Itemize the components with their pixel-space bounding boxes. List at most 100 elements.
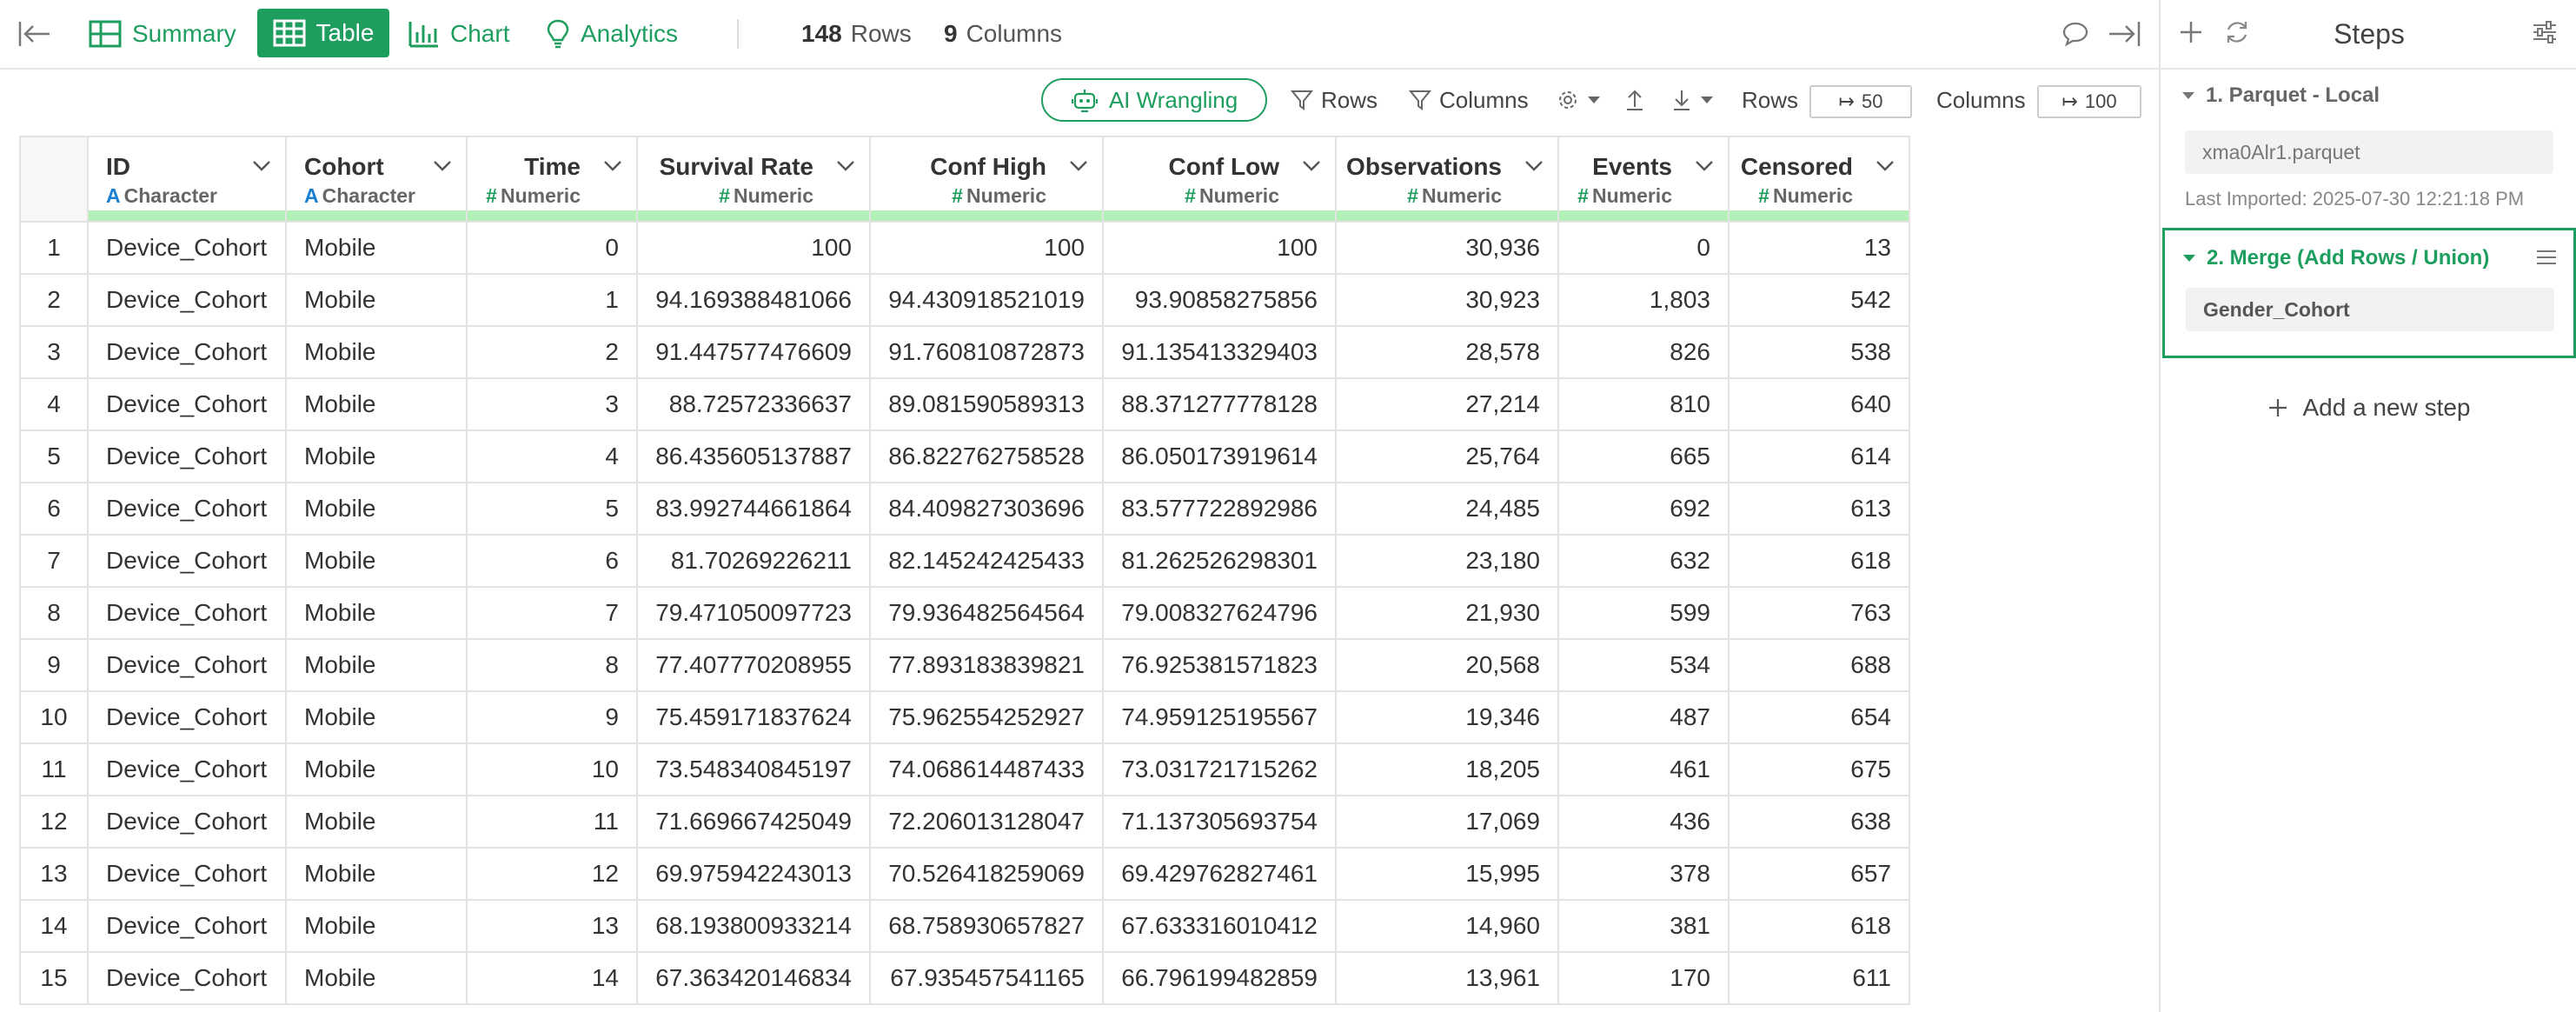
table-cell[interactable]: 86.822762758528 <box>869 429 1104 483</box>
table-cell[interactable]: Mobile <box>285 899 468 953</box>
table-cell[interactable]: 100 <box>1102 221 1337 275</box>
collapse-left-icon[interactable] <box>17 0 63 68</box>
table-cell[interactable]: 74.068614487433 <box>869 742 1104 796</box>
chevron-down-icon[interactable] <box>836 160 855 176</box>
columns-limit-input[interactable]: ↦ 100 <box>2037 85 2141 118</box>
row-number[interactable]: 12 <box>19 795 89 849</box>
chevron-down-icon[interactable] <box>1695 160 1714 176</box>
table-cell[interactable]: 76.925381571823 <box>1102 638 1337 692</box>
table-cell[interactable]: 8 <box>466 638 638 692</box>
table-cell[interactable]: 88.72572336637 <box>636 377 871 431</box>
table-cell[interactable]: 79.471050097723 <box>636 586 871 640</box>
table-cell[interactable]: Device_Cohort <box>87 638 287 692</box>
table-cell[interactable]: 0 <box>466 221 638 275</box>
table-cell[interactable]: 657 <box>1728 847 1910 901</box>
table-cell[interactable]: 23,180 <box>1335 534 1559 588</box>
table-cell[interactable]: 67.935457541165 <box>869 951 1104 1005</box>
table-cell[interactable]: Mobile <box>285 482 468 536</box>
table-cell[interactable]: Device_Cohort <box>87 377 287 431</box>
upload-icon[interactable] <box>1623 78 1653 122</box>
chevron-down-icon[interactable] <box>1524 160 1544 176</box>
chevron-down-icon[interactable] <box>433 160 452 176</box>
table-cell[interactable]: 66.796199482859 <box>1102 951 1337 1005</box>
table-cell[interactable]: 618 <box>1728 534 1910 588</box>
table-cell[interactable]: Mobile <box>285 586 468 640</box>
tab-analytics[interactable]: Analytics <box>546 0 678 68</box>
column-header[interactable]: ID A Character <box>87 136 287 223</box>
add-step-button[interactable]: Add a new step <box>2161 386 2576 429</box>
row-number[interactable]: 10 <box>19 690 89 744</box>
table-cell[interactable]: Mobile <box>285 795 468 849</box>
table-cell[interactable]: 100 <box>636 221 871 275</box>
table-cell[interactable]: 487 <box>1557 690 1730 744</box>
table-cell[interactable]: 91.135413329403 <box>1102 325 1337 379</box>
table-cell[interactable]: 73.031721715262 <box>1102 742 1337 796</box>
row-number[interactable]: 5 <box>19 429 89 483</box>
rows-filter-button[interactable]: Rows <box>1290 78 1378 122</box>
table-cell[interactable]: 13,961 <box>1335 951 1559 1005</box>
table-cell[interactable]: Device_Cohort <box>87 690 287 744</box>
table-cell[interactable]: Mobile <box>285 742 468 796</box>
table-cell[interactable]: 79.936482564564 <box>869 586 1104 640</box>
table-cell[interactable]: 19,346 <box>1335 690 1559 744</box>
table-cell[interactable]: 6 <box>466 534 638 588</box>
table-cell[interactable]: 71.137305693754 <box>1102 795 1337 849</box>
table-cell[interactable]: 84.409827303696 <box>869 482 1104 536</box>
table-cell[interactable]: 70.526418259069 <box>869 847 1104 901</box>
table-cell[interactable]: 692 <box>1557 482 1730 536</box>
table-cell[interactable]: Device_Cohort <box>87 325 287 379</box>
table-cell[interactable]: Mobile <box>285 221 468 275</box>
table-cell[interactable]: 381 <box>1557 899 1730 953</box>
table-cell[interactable]: 538 <box>1728 325 1910 379</box>
column-header[interactable]: Survival Rate # Numeric <box>636 136 871 223</box>
chevron-down-icon[interactable] <box>603 160 622 176</box>
row-number[interactable]: 3 <box>19 325 89 379</box>
table-cell[interactable]: 86.050173919614 <box>1102 429 1337 483</box>
table-cell[interactable]: 654 <box>1728 690 1910 744</box>
chevron-down-icon[interactable] <box>1069 160 1088 176</box>
table-cell[interactable]: 69.975942243013 <box>636 847 871 901</box>
table-cell[interactable]: 632 <box>1557 534 1730 588</box>
table-cell[interactable]: 89.081590589313 <box>869 377 1104 431</box>
table-cell[interactable]: 599 <box>1557 586 1730 640</box>
table-cell[interactable]: Mobile <box>285 534 468 588</box>
table-cell[interactable]: 94.169388481066 <box>636 273 871 327</box>
table-cell[interactable]: 21,930 <box>1335 586 1559 640</box>
table-cell[interactable]: 5 <box>466 482 638 536</box>
table-cell[interactable]: 17,069 <box>1335 795 1559 849</box>
tab-chart[interactable]: Chart <box>408 0 509 68</box>
column-header[interactable]: Time # Numeric <box>466 136 638 223</box>
step-2-card[interactable]: 2. Merge (Add Rows / Union) Gender_Cohor… <box>2162 228 2576 358</box>
table-cell[interactable]: 1,803 <box>1557 273 1730 327</box>
table-cell[interactable]: 0 <box>1557 221 1730 275</box>
table-cell[interactable]: 81.70269226211 <box>636 534 871 588</box>
tab-summary[interactable]: Summary <box>89 0 236 68</box>
table-cell[interactable]: Mobile <box>285 847 468 901</box>
table-cell[interactable]: Device_Cohort <box>87 534 287 588</box>
column-header[interactable]: Conf Low # Numeric <box>1102 136 1337 223</box>
table-cell[interactable]: 82.145242425433 <box>869 534 1104 588</box>
table-cell[interactable]: Mobile <box>285 377 468 431</box>
row-number[interactable]: 11 <box>19 742 89 796</box>
table-cell[interactable]: 72.206013128047 <box>869 795 1104 849</box>
table-cell[interactable]: 10 <box>466 742 638 796</box>
table-cell[interactable]: 93.90858275856 <box>1102 273 1337 327</box>
collapse-right-icon[interactable] <box>2107 0 2152 68</box>
row-number[interactable]: 9 <box>19 638 89 692</box>
row-number[interactable]: 8 <box>19 586 89 640</box>
table-cell[interactable]: Device_Cohort <box>87 951 287 1005</box>
table-cell[interactable]: 665 <box>1557 429 1730 483</box>
ai-wrangling-button[interactable]: AI Wrangling <box>1041 78 1267 122</box>
table-cell[interactable]: 810 <box>1557 377 1730 431</box>
table-cell[interactable]: 20,568 <box>1335 638 1559 692</box>
table-cell[interactable]: Device_Cohort <box>87 482 287 536</box>
column-header[interactable]: Cohort A Character <box>285 136 468 223</box>
table-cell[interactable]: 24,485 <box>1335 482 1559 536</box>
table-cell[interactable]: 75.962554252927 <box>869 690 1104 744</box>
table-cell[interactable]: 763 <box>1728 586 1910 640</box>
table-cell[interactable]: Mobile <box>285 429 468 483</box>
table-cell[interactable]: 9 <box>466 690 638 744</box>
table-cell[interactable]: 83.992744661864 <box>636 482 871 536</box>
table-cell[interactable]: 611 <box>1728 951 1910 1005</box>
rows-limit-input[interactable]: ↦ 50 <box>1809 85 1912 118</box>
